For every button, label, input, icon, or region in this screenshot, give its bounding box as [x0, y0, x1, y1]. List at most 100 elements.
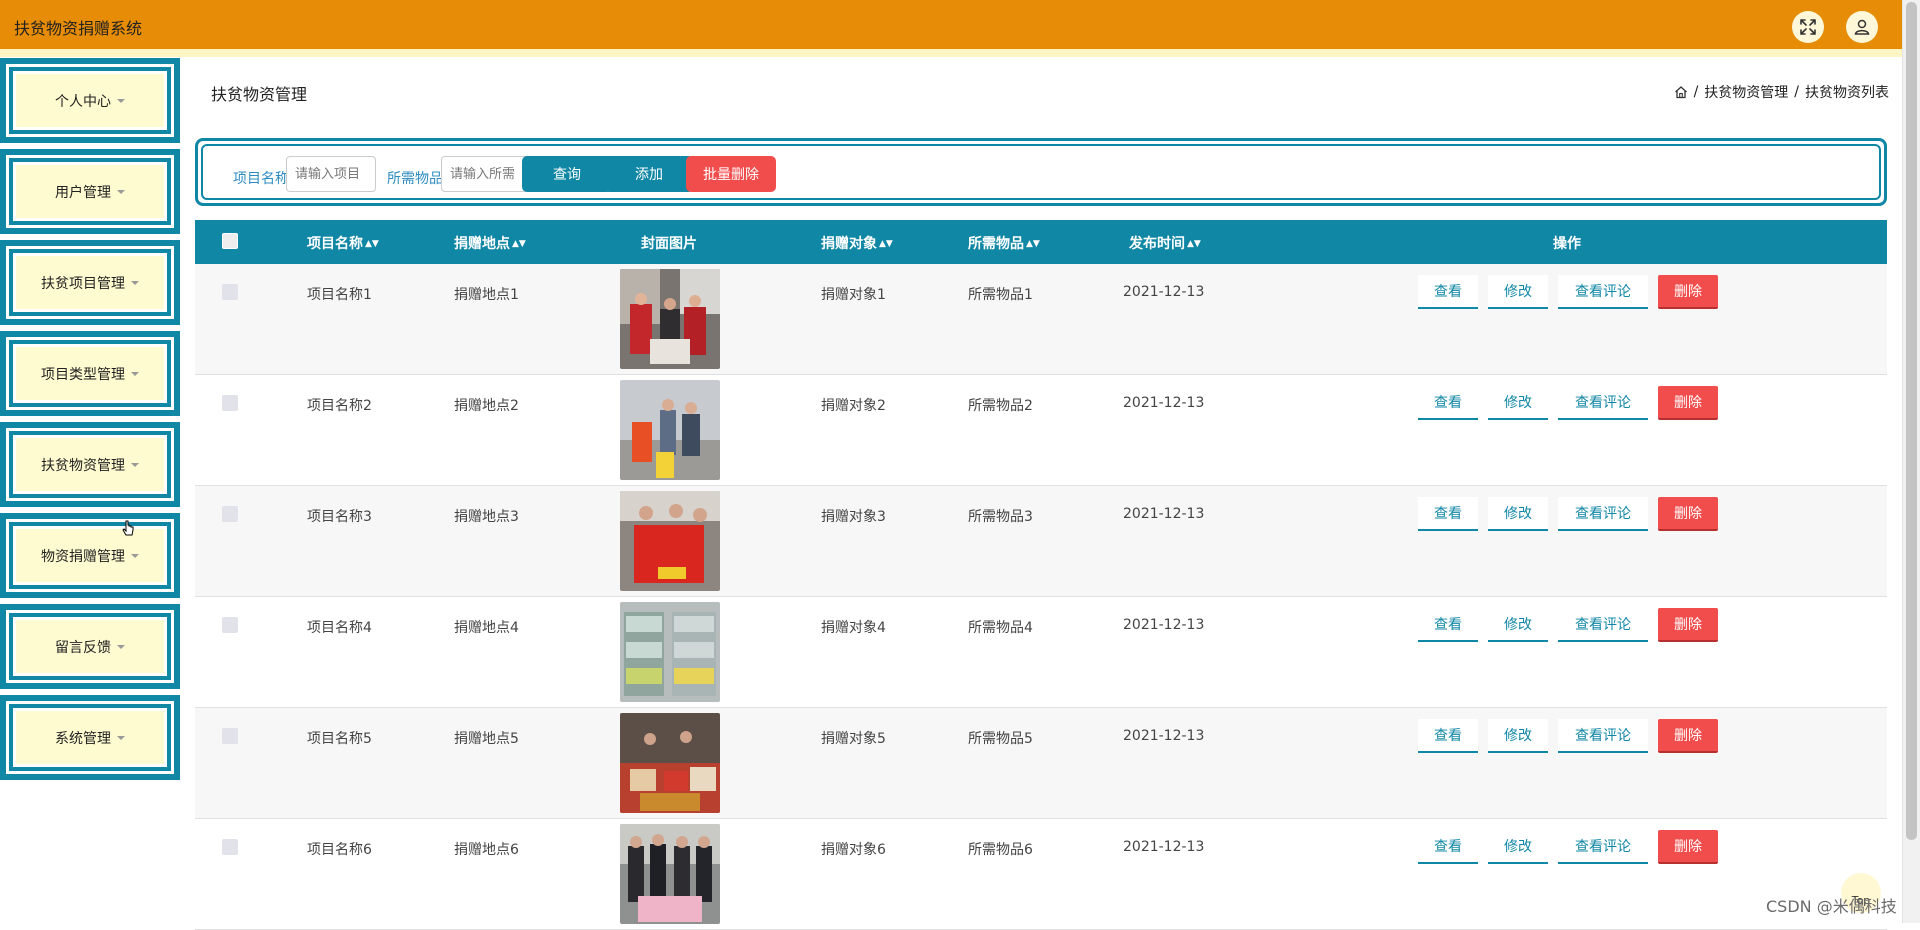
sidebar-item-project-type-management[interactable]: 项目类型管理 — [0, 331, 180, 416]
view-button[interactable]: 查看 — [1418, 830, 1478, 864]
table-row: 项目名称6 捐赠地点6 捐赠对象6 所需物品6 2021-12-13 查看 修改… — [195, 819, 1887, 930]
column-header-name[interactable]: 项目名称 ▲▼ — [307, 233, 379, 253]
view-button[interactable]: 查看 — [1418, 719, 1478, 753]
cell-items: 所需物品3 — [968, 509, 1033, 525]
cell-time: 2021-12-13 — [1123, 728, 1205, 744]
project-name-input[interactable] — [286, 156, 376, 192]
sidebar-item-supplies-management[interactable]: 扶贫物资管理 — [0, 422, 180, 507]
home-icon[interactable] — [1674, 85, 1688, 99]
cell-time: 2021-12-13 — [1123, 395, 1205, 411]
cell-name: 项目名称3 — [307, 509, 372, 525]
column-header-label: 捐赠对象 — [821, 236, 877, 252]
sort-icon: ▲▼ — [365, 239, 379, 249]
delete-button[interactable]: 删除 — [1658, 830, 1718, 864]
delete-button[interactable]: 删除 — [1658, 275, 1718, 309]
cover-image[interactable] — [620, 602, 720, 702]
edit-button[interactable]: 修改 — [1488, 275, 1548, 309]
top-header: 扶贫物资捐赠系统 — [0, 0, 1902, 57]
user-button[interactable] — [1846, 11, 1878, 43]
vertical-scrollbar[interactable] — [1902, 0, 1920, 923]
sidebar-item-personal-center[interactable]: 个人中心 — [0, 58, 180, 143]
cell-name: 项目名称2 — [307, 398, 372, 414]
cell-items: 所需物品4 — [968, 620, 1033, 636]
cell-items: 所需物品6 — [968, 842, 1033, 858]
row-checkbox[interactable] — [222, 617, 238, 633]
row-checkbox[interactable] — [222, 284, 238, 300]
sort-icon: ▲▼ — [1026, 239, 1040, 249]
breadcrumb-separator: / — [1693, 84, 1699, 100]
caret-down-icon — [117, 189, 125, 194]
column-header-label: 项目名称 — [307, 236, 363, 252]
sidebar: 个人中心 用户管理 扶贫项目管理 项目类型管理 扶贫物资管理 物资捐赠管理 留言… — [0, 58, 182, 786]
sidebar-item-donation-management[interactable]: 物资捐赠管理 — [0, 513, 180, 598]
cell-items: 所需物品1 — [968, 287, 1033, 303]
delete-button[interactable]: 删除 — [1658, 497, 1718, 531]
cell-location: 捐赠地点1 — [454, 287, 519, 303]
sort-icon: ▲▼ — [879, 239, 893, 249]
table-row: 项目名称4 捐赠地点4 捐赠对象4 所需物品4 2021-12-13 查看 修改… — [195, 597, 1887, 708]
required-items-input[interactable] — [441, 156, 531, 192]
row-checkbox[interactable] — [222, 395, 238, 411]
row-checkbox[interactable] — [222, 728, 238, 744]
view-comments-button[interactable]: 查看评论 — [1558, 386, 1648, 420]
cell-time: 2021-12-13 — [1123, 506, 1205, 522]
table-row: 项目名称5 捐赠地点5 捐赠对象5 所需物品5 2021-12-13 查看 修改… — [195, 708, 1887, 819]
caret-down-icon — [131, 371, 139, 376]
column-header-label: 捐赠地点 — [454, 236, 510, 252]
sidebar-item-system-management[interactable]: 系统管理 — [0, 695, 180, 780]
cell-target: 捐赠对象1 — [821, 287, 886, 303]
edit-button[interactable]: 修改 — [1488, 719, 1548, 753]
sidebar-item-label: 系统管理 — [55, 730, 111, 747]
scrollbar-thumb[interactable] — [1906, 2, 1917, 840]
project-name-label: 项目名称 — [233, 171, 289, 187]
add-button[interactable]: 添加 — [604, 156, 694, 192]
fullscreen-button[interactable] — [1792, 11, 1824, 43]
data-table: 项目名称 ▲▼ 捐赠地点 ▲▼ 封面图片 捐赠对象 ▲▼ 所需物品 ▲▼ 发布时间 ▲▼ … — [195, 220, 1887, 930]
caret-down-icon — [117, 644, 125, 649]
column-header-location[interactable]: 捐赠地点 ▲▼ — [454, 233, 526, 253]
column-header-target[interactable]: 捐赠对象 ▲▼ — [821, 233, 893, 253]
view-comments-button[interactable]: 查看评论 — [1558, 608, 1648, 642]
breadcrumb: / 扶贫物资管理 / 扶贫物资列表 — [1674, 82, 1889, 102]
row-checkbox[interactable] — [222, 506, 238, 522]
view-comments-button[interactable]: 查看评论 — [1558, 830, 1648, 864]
sidebar-item-feedback[interactable]: 留言反馈 — [0, 604, 180, 689]
query-button[interactable]: 查询 — [522, 156, 612, 192]
breadcrumb-item[interactable]: 扶贫物资管理 — [1704, 82, 1788, 102]
delete-button[interactable]: 删除 — [1658, 386, 1718, 420]
cell-time: 2021-12-13 — [1123, 284, 1205, 300]
cover-image[interactable] — [620, 713, 720, 813]
edit-button[interactable]: 修改 — [1488, 497, 1548, 531]
view-comments-button[interactable]: 查看评论 — [1558, 275, 1648, 309]
sidebar-item-label: 留言反馈 — [55, 639, 111, 656]
edit-button[interactable]: 修改 — [1488, 386, 1548, 420]
caret-down-icon — [131, 553, 139, 558]
select-all-checkbox[interactable] — [222, 233, 238, 249]
sidebar-item-label: 扶贫项目管理 — [41, 275, 125, 292]
breadcrumb-separator: / — [1794, 84, 1799, 100]
row-checkbox[interactable] — [222, 839, 238, 855]
column-header-time[interactable]: 发布时间 ▲▼ — [1129, 233, 1201, 253]
cover-image[interactable] — [620, 269, 720, 369]
cover-image[interactable] — [620, 824, 720, 924]
view-comments-button[interactable]: 查看评论 — [1558, 497, 1648, 531]
sidebar-item-label: 项目类型管理 — [41, 366, 125, 383]
cover-image[interactable] — [620, 491, 720, 591]
view-button[interactable]: 查看 — [1418, 386, 1478, 420]
batch-delete-button[interactable]: 批量删除 — [686, 156, 776, 192]
sidebar-item-project-management[interactable]: 扶贫项目管理 — [0, 240, 180, 325]
cell-target: 捐赠对象2 — [821, 398, 886, 414]
delete-button[interactable]: 删除 — [1658, 719, 1718, 753]
cell-items: 所需物品5 — [968, 731, 1033, 747]
view-button[interactable]: 查看 — [1418, 275, 1478, 309]
column-header-items[interactable]: 所需物品 ▲▼ — [968, 233, 1040, 253]
edit-button[interactable]: 修改 — [1488, 608, 1548, 642]
view-comments-button[interactable]: 查看评论 — [1558, 719, 1648, 753]
view-button[interactable]: 查看 — [1418, 608, 1478, 642]
sidebar-item-user-management[interactable]: 用户管理 — [0, 149, 180, 234]
view-button[interactable]: 查看 — [1418, 497, 1478, 531]
caret-down-icon — [131, 462, 139, 467]
cover-image[interactable] — [620, 380, 720, 480]
edit-button[interactable]: 修改 — [1488, 830, 1548, 864]
delete-button[interactable]: 删除 — [1658, 608, 1718, 642]
